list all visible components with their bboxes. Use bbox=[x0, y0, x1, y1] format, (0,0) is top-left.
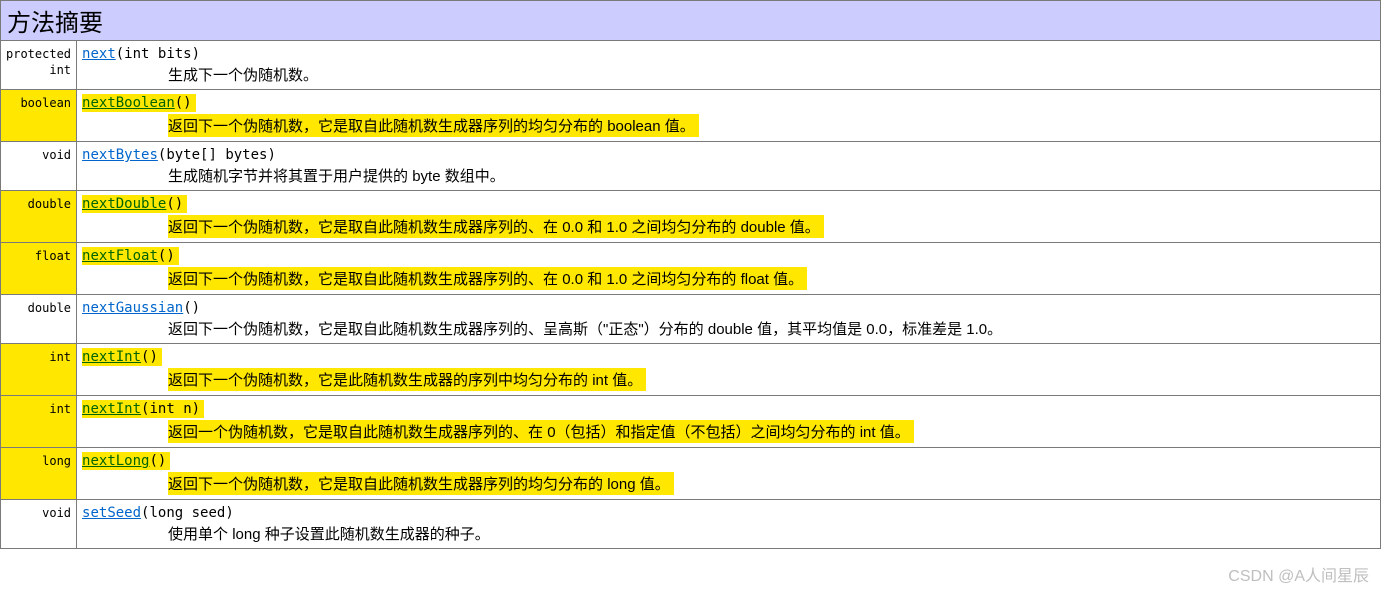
modifier-type: double bbox=[1, 295, 77, 344]
method-row: int nextInt() 返回下一个伪随机数，它是此随机数生成器的序列中均匀分布的… bbox=[1, 344, 1381, 396]
method-link[interactable]: nextDouble bbox=[82, 196, 166, 212]
method-link[interactable]: nextInt bbox=[82, 401, 141, 417]
method-link[interactable]: nextGaussian bbox=[82, 300, 183, 316]
method-row: float nextFloat() 返回下一个伪随机数，它是取自此随机数生成器序列的… bbox=[1, 243, 1381, 295]
method-params: () bbox=[149, 453, 166, 469]
modifier-type: float bbox=[1, 243, 77, 295]
method-description: 使用单个 long 种子设置此随机数生成器的种子。 bbox=[168, 523, 1375, 544]
method-row: longnextLong()返回下一个伪随机数，它是取自此随机数生成器序列的均匀… bbox=[1, 448, 1381, 500]
method-description: 返回下一个伪随机数，它是取自此随机数生成器序列的、在 0.0 和 1.0 之间均… bbox=[168, 215, 1375, 238]
method-cell: next(int bits) 生成下一个伪随机数。 bbox=[77, 41, 1381, 90]
method-row: boolean nextBoolean() 返回下一个伪随机数，它是取自此随机数生成… bbox=[1, 90, 1381, 142]
method-signature: setSeed(long seed) bbox=[82, 505, 234, 521]
modifier-type: int bbox=[1, 344, 77, 396]
method-description: 返回下一个伪随机数，它是此随机数生成器的序列中均匀分布的 int 值。 bbox=[168, 368, 1375, 391]
modifier-type: long bbox=[1, 448, 77, 500]
method-link[interactable]: nextLong bbox=[82, 453, 149, 469]
method-params: () bbox=[158, 248, 175, 264]
modifier-type: void bbox=[1, 142, 77, 191]
method-row: double nextDouble() 返回下一个伪随机数，它是取自此随机数生成器序… bbox=[1, 191, 1381, 243]
modifier-type: boolean bbox=[1, 90, 77, 142]
modifier-type: protected int bbox=[1, 41, 77, 90]
method-cell: nextBoolean() 返回下一个伪随机数，它是取自此随机数生成器序列的均匀分… bbox=[77, 90, 1381, 142]
method-cell: nextLong()返回下一个伪随机数，它是取自此随机数生成器序列的均匀分布的 … bbox=[77, 448, 1381, 500]
method-params: () bbox=[175, 95, 192, 111]
method-params: (byte[] bytes) bbox=[158, 147, 276, 163]
modifier-type: void bbox=[1, 500, 77, 549]
method-link[interactable]: nextFloat bbox=[82, 248, 158, 264]
method-params: () bbox=[166, 196, 183, 212]
method-link[interactable]: nextBoolean bbox=[82, 95, 175, 111]
method-params: (int n) bbox=[141, 401, 200, 417]
method-row: int nextInt(int n) 返回一个伪随机数，它是取自此随机数生成器序列的… bbox=[1, 396, 1381, 448]
method-description: 返回下一个伪随机数，它是取自此随机数生成器序列的、呈高斯（"正态"）分布的 do… bbox=[168, 318, 1375, 339]
method-cell: nextBytes(byte[] bytes) 生成随机字节并将其置于用户提供的 … bbox=[77, 142, 1381, 191]
method-signature: nextInt() bbox=[82, 348, 162, 366]
method-link[interactable]: setSeed bbox=[82, 505, 141, 521]
method-description: 返回下一个伪随机数，它是取自此随机数生成器序列的均匀分布的 boolean 值。 bbox=[168, 114, 1375, 137]
table-header: 方法摘要 bbox=[1, 1, 1381, 41]
modifier-type: int bbox=[1, 396, 77, 448]
watermark: CSDN @A人间星辰 bbox=[1228, 562, 1369, 586]
method-params: (int bits) bbox=[116, 46, 200, 62]
method-link[interactable]: nextInt bbox=[82, 349, 141, 365]
method-description: 返回一个伪随机数，它是取自此随机数生成器序列的、在 0（包括）和指定值（不包括）… bbox=[168, 420, 1375, 443]
method-row: double nextGaussian() 返回下一个伪随机数，它是取自此随机数生成… bbox=[1, 295, 1381, 344]
method-params: (long seed) bbox=[141, 505, 234, 521]
method-signature: nextFloat() bbox=[82, 247, 179, 265]
method-link[interactable]: next bbox=[82, 46, 116, 62]
method-cell: nextInt(int n) 返回一个伪随机数，它是取自此随机数生成器序列的、在 … bbox=[77, 396, 1381, 448]
method-cell: nextDouble() 返回下一个伪随机数，它是取自此随机数生成器序列的、在 0… bbox=[77, 191, 1381, 243]
method-signature: nextInt(int n) bbox=[82, 400, 204, 418]
method-description: 生成随机字节并将其置于用户提供的 byte 数组中。 bbox=[168, 165, 1375, 186]
method-cell: setSeed(long seed) 使用单个 long 种子设置此随机数生成器的… bbox=[77, 500, 1381, 549]
modifier-type: double bbox=[1, 191, 77, 243]
method-signature: nextBytes(byte[] bytes) bbox=[82, 147, 276, 163]
method-signature: nextBoolean() bbox=[82, 94, 196, 112]
method-signature: nextDouble() bbox=[82, 195, 187, 213]
method-summary-table: 方法摘要 protected int next(int bits) 生成下一个伪随机… bbox=[0, 0, 1381, 549]
method-signature: nextGaussian() bbox=[82, 300, 200, 316]
method-signature: nextLong() bbox=[82, 452, 170, 470]
method-description: 返回下一个伪随机数，它是取自此随机数生成器序列的、在 0.0 和 1.0 之间均… bbox=[168, 267, 1375, 290]
method-cell: nextGaussian() 返回下一个伪随机数，它是取自此随机数生成器序列的、呈… bbox=[77, 295, 1381, 344]
method-signature: next(int bits) bbox=[82, 46, 200, 62]
method-cell: nextInt() 返回下一个伪随机数，它是此随机数生成器的序列中均匀分布的 in… bbox=[77, 344, 1381, 396]
method-cell: nextFloat() 返回下一个伪随机数，它是取自此随机数生成器序列的、在 0.… bbox=[77, 243, 1381, 295]
method-description: 返回下一个伪随机数，它是取自此随机数生成器序列的均匀分布的 long 值。 bbox=[168, 472, 1375, 495]
method-row: void nextBytes(byte[] bytes) 生成随机字节并将其置于用户… bbox=[1, 142, 1381, 191]
method-params: () bbox=[183, 300, 200, 316]
method-description: 生成下一个伪随机数。 bbox=[168, 64, 1375, 85]
method-params: () bbox=[141, 349, 158, 365]
method-link[interactable]: nextBytes bbox=[82, 147, 158, 163]
method-row: void setSeed(long seed) 使用单个 long 种子设置此随机数… bbox=[1, 500, 1381, 549]
method-row: protected int next(int bits) 生成下一个伪随机数。 bbox=[1, 41, 1381, 90]
